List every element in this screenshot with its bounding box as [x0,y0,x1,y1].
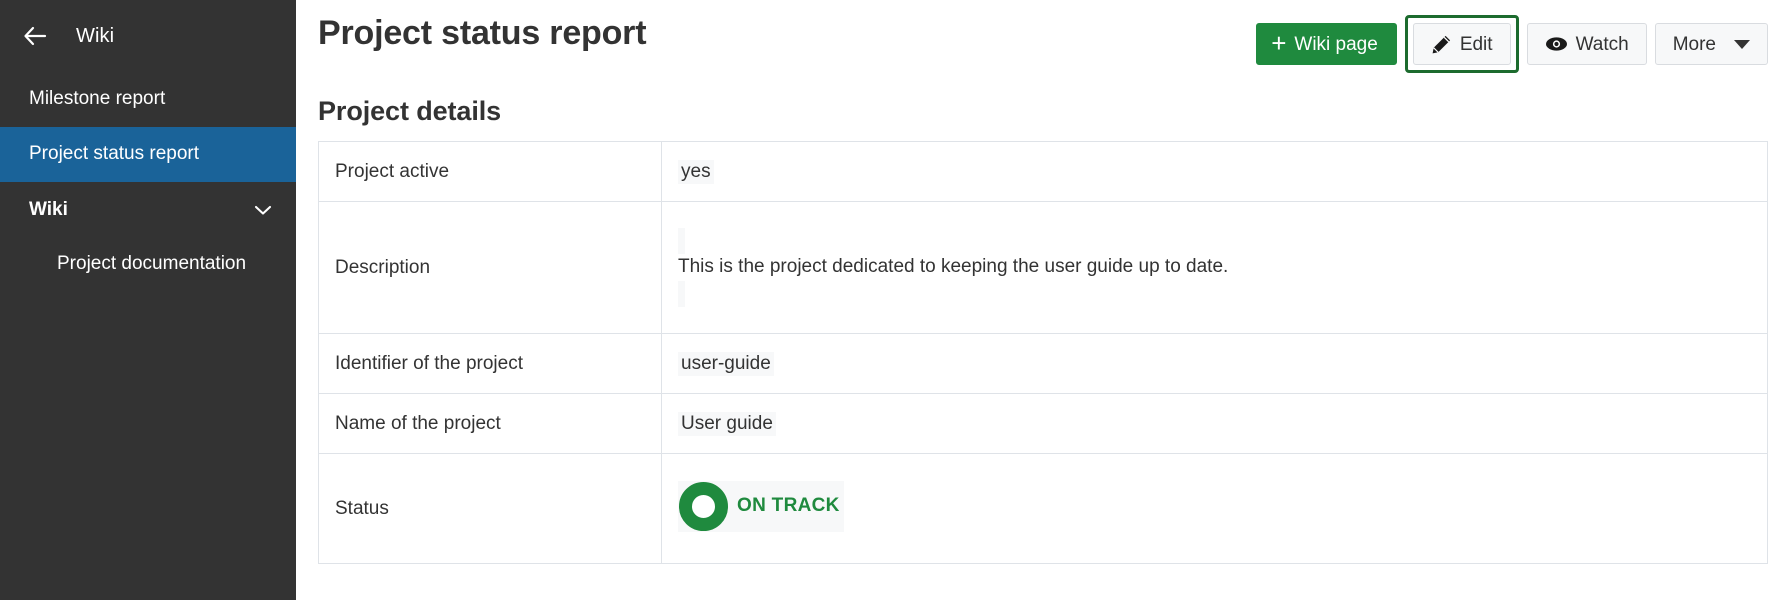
blank-line-marker [678,228,685,255]
sidebar-title: Wiki [76,24,115,47]
more-button-label: More [1672,33,1716,55]
sidebar-group-label: Wiki [29,199,68,220]
project-details-table: Project active yes Description This is t… [318,141,1768,564]
edit-button-focus-ring: Edit [1404,15,1519,73]
status-label: ON TRACK [737,495,840,516]
more-button[interactable]: More [1654,23,1768,65]
sidebar-item-label: Project status report [29,143,200,165]
description-text: This is the project dedicated to keeping… [678,256,1229,278]
status-badge: ON TRACK [678,480,844,532]
table-cell-key: Status [318,453,662,564]
watch-button[interactable]: Watch [1526,23,1647,65]
blank-line-marker [678,280,685,307]
sidebar-subitem-label: Project documentation [57,253,247,274]
sidebar-header: Wiki [0,0,296,72]
app-root: Wiki Milestone report Project status rep… [0,0,1785,600]
page-title: Project status report [318,14,647,52]
table-row: Identifier of the project user-guide [318,333,1768,394]
plus-icon: + [1271,28,1287,58]
table-cell-value: ON TRACK [661,453,1768,564]
caret-down-icon [1734,39,1750,49]
sidebar: Wiki Milestone report Project status rep… [0,0,296,600]
table-cell-key: Description [318,201,662,334]
value-text: yes [678,159,714,184]
toolbar-row: Project status report + Wiki page Edit W… [318,0,1785,73]
table-cell-key: Name of the project [318,393,662,454]
sidebar-item-project-status-report[interactable]: Project status report [0,127,296,182]
table-cell-key: Identifier of the project [318,333,662,394]
table-row: Status ON TRACK [318,453,1768,564]
value-text: user-guide [678,351,774,376]
table-cell-value: yes [661,141,1768,202]
status-donut-icon [679,481,728,531]
value-text: User guide [678,411,776,436]
table-cell-key: Project active [318,141,662,202]
main-content: Project status report + Wiki page Edit W… [296,0,1785,600]
description-stack: This is the project dedicated to keeping… [678,202,1751,333]
watch-button-label: Watch [1575,33,1629,55]
eye-icon [1545,36,1568,52]
table-row: Name of the project User guide [318,393,1768,454]
sidebar-item-label: Milestone report [29,88,166,110]
toolbar: + Wiki page Edit Watch More [1256,8,1768,73]
content: Project details Project active yes Descr… [318,96,1785,564]
table-cell-value: This is the project dedicated to keeping… [661,201,1768,334]
sidebar-group-wiki[interactable]: Wiki [0,182,296,238]
table-row: Description This is the project dedicate… [318,201,1768,334]
chevron-down-icon[interactable] [254,201,272,219]
edit-button-label: Edit [1459,33,1493,55]
sidebar-item-milestone-report[interactable]: Milestone report [0,72,296,127]
table-row: Project active yes [318,141,1768,202]
pencil-icon [1431,34,1452,55]
arrow-left-icon[interactable] [22,23,48,49]
table-cell-value: user-guide [661,333,1768,394]
sidebar-item-project-documentation[interactable]: Project documentation [0,238,296,290]
section-heading: Project details [318,96,502,126]
table-cell-value: User guide [661,393,1768,454]
add-wiki-page-label: Wiki page [1294,33,1378,55]
edit-button[interactable]: Edit [1412,23,1511,65]
add-wiki-page-button[interactable]: + Wiki page [1256,23,1397,65]
